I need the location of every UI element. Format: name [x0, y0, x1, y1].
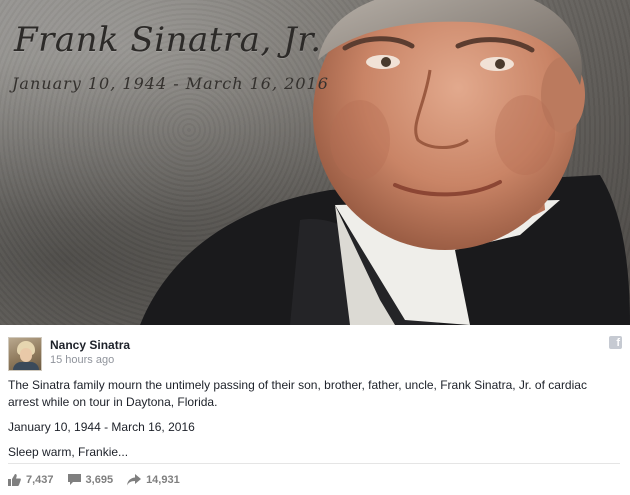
post-paragraph: January 10, 1944 - March 16, 2016: [8, 420, 195, 434]
post-paragraph: Sleep warm, Frankie...: [8, 445, 129, 459]
facebook-post: Frank Sinatra, Jr. January 10, 1944 - Ma…: [0, 0, 630, 495]
thumbs-up-icon: [8, 474, 21, 486]
post-timestamp-link[interactable]: 15 hours ago: [50, 354, 114, 366]
memorial-photo[interactable]: Frank Sinatra, Jr. January 10, 1944 - Ma…: [0, 0, 630, 325]
like-count-value: 7,437: [26, 474, 54, 486]
avatar-face: [20, 348, 32, 362]
avatar[interactable]: [8, 337, 42, 371]
comment-count[interactable]: 3,695: [67, 474, 114, 486]
share-arrow-icon: [127, 474, 142, 486]
comment-icon: [67, 474, 81, 485]
author-name-link[interactable]: Nancy Sinatra: [50, 338, 130, 352]
post-card: Nancy Sinatra 15 hours ago f The Sinatra…: [0, 325, 630, 495]
comment-count-value: 3,695: [85, 474, 114, 486]
share-count-value: 14,931: [146, 474, 180, 486]
post-paragraph: The Sinatra family mourn the untimely pa…: [8, 378, 587, 409]
divider: [8, 463, 620, 464]
facebook-f-icon: f: [609, 336, 622, 349]
engagement-stats: 7,437 3,695 14,931: [8, 472, 194, 488]
memorial-name: Frank Sinatra, Jr.: [14, 20, 322, 60]
share-count[interactable]: 14,931: [127, 474, 180, 486]
memorial-dates: January 10, 1944 - March 16, 2016: [12, 74, 329, 93]
avatar-shoulders: [13, 362, 39, 370]
like-count[interactable]: 7,437: [8, 474, 54, 486]
post-body: The Sinatra family mourn the untimely pa…: [8, 377, 620, 469]
